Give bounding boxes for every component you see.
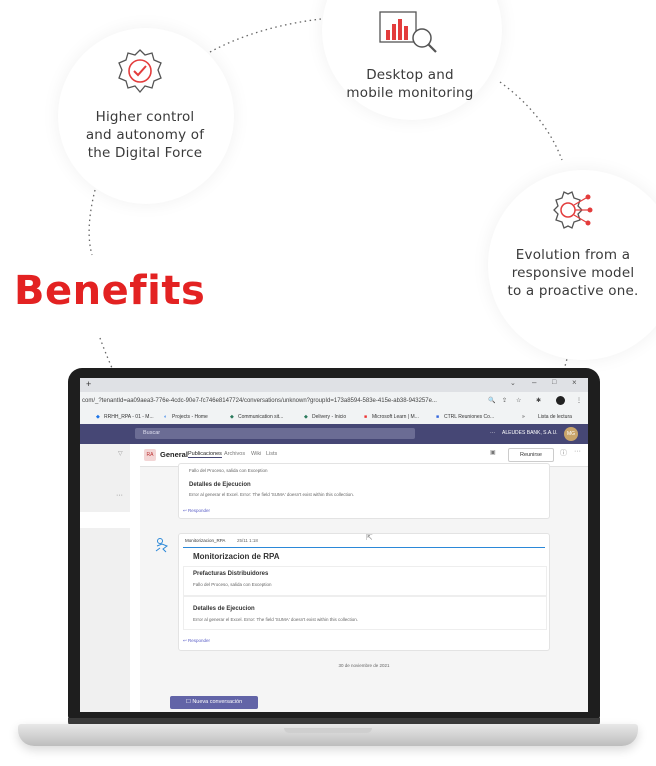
benefit-text-3: Evolution from a responsive model to a p… xyxy=(507,247,639,299)
cursor-icon: ⇱ xyxy=(366,533,373,542)
message-card[interactable]: Monitorizacion_RPA 25/11 1:18 Monitoriza… xyxy=(178,533,550,651)
section-title: Prefacturas Distribuidores xyxy=(193,571,269,577)
video-icon[interactable]: ▣ xyxy=(490,449,496,456)
benefit-text-1: Higher control and autonomy of the Digit… xyxy=(85,109,205,161)
section-title: Detalles de Ejecucion xyxy=(189,482,251,488)
reply-link[interactable]: ↩ Responder xyxy=(183,638,210,644)
chevron-down-icon[interactable]: ⌄ xyxy=(510,379,516,387)
date-divider-label: 30 de noviembre de 2021 xyxy=(338,663,390,668)
channel-avatar: RA xyxy=(144,449,156,461)
chart-magnifier-icon xyxy=(379,11,437,53)
tab-lists[interactable]: Lists xyxy=(266,451,277,457)
search-input[interactable]: Buscar xyxy=(135,428,415,439)
message-time: 25/11 1:18 xyxy=(237,538,258,543)
avatar[interactable]: MG xyxy=(564,427,578,441)
new-conversation-label: Nueva conversación xyxy=(192,699,243,705)
bookmark-3[interactable]: Communication sit... xyxy=(238,410,283,424)
message-line: Fallo del Proceso, salida con Exception xyxy=(189,468,268,473)
compose-icon: ☐ xyxy=(185,699,191,705)
info-icon[interactable]: ⓘ xyxy=(560,448,567,458)
star-icon[interactable]: ☆ xyxy=(516,392,521,410)
bookmark-4[interactable]: Delivery - Inicio xyxy=(312,410,346,424)
section-title: Detalles de Ejecucion xyxy=(193,606,255,612)
profile-icon[interactable] xyxy=(556,396,565,405)
new-conversation-button[interactable]: ☐ Nueva conversación xyxy=(170,696,258,709)
filter-icon[interactable]: ▽ xyxy=(118,450,123,457)
reply-label: Responder xyxy=(188,638,211,643)
bookmark-5[interactable]: Microsoft Learn | M... xyxy=(372,410,419,424)
section-body: Error al generar el Excel. Error: The fi… xyxy=(193,617,359,622)
benefits-title: Benefits xyxy=(14,268,206,314)
previous-message-card[interactable]: Fallo del Proceso, salida con Exception … xyxy=(178,463,550,519)
message-sender: Monitorizacion_RPA xyxy=(185,538,226,543)
teams-topbar: Buscar ··· ALEUDES BANK, S.A.U. MG xyxy=(80,424,588,444)
date-divider: 30 de noviembre de 2021 xyxy=(140,663,588,668)
share-icon[interactable]: ⇪ xyxy=(502,392,507,410)
bookmark-icon: ■ xyxy=(436,414,440,420)
more-options-icon[interactable]: ··· xyxy=(574,448,581,455)
section-body: Fallo del Proceso, salida con Exception xyxy=(193,582,272,587)
laptop-screen: + ⌄ – □ × com/_?tenantId=aa09aea3-776e-4… xyxy=(80,378,588,712)
maximize-icon[interactable]: □ xyxy=(552,379,556,386)
minimize-icon[interactable]: – xyxy=(532,378,536,387)
reply-label: Responder xyxy=(188,508,211,513)
section-body: Error al generar el Excel. Error: The fi… xyxy=(189,492,355,497)
card-title: Monitorizacion de RPA xyxy=(193,552,280,561)
more-bookmarks-icon[interactable]: » xyxy=(522,410,525,424)
laptop-notch xyxy=(284,728,372,733)
bookmarks-bar: ◆ RRHH_RPA - 01 - M... ◐ Projects - Home… xyxy=(80,410,588,425)
microsoft-icon: ■ xyxy=(364,414,368,420)
bookmark-6[interactable]: CTRL Reuniones Co... xyxy=(444,410,494,424)
reading-list[interactable]: Lista de lectura xyxy=(538,410,572,424)
bookmark-icon: ◐ xyxy=(164,414,168,420)
gear-check-icon xyxy=(118,49,162,94)
reply-link[interactable]: ↩ Responder xyxy=(183,508,210,514)
meet-button-label: Reunirse xyxy=(519,452,542,458)
more-options-icon[interactable]: ··· xyxy=(116,492,123,499)
menu-icon[interactable]: ⋮ xyxy=(576,392,582,410)
sidebar-selected-item[interactable] xyxy=(80,512,130,528)
bookmark-2[interactable]: Projects - Home xyxy=(172,410,208,424)
url-text[interactable]: com/_?tenantId=aa09aea3-776e-4cdc-90e7-f… xyxy=(82,392,477,410)
new-tab-icon[interactable]: + xyxy=(86,379,91,389)
card-accent-line xyxy=(183,547,545,548)
section-box xyxy=(183,596,547,630)
search-placeholder: Buscar xyxy=(143,430,161,436)
benefit-text-2: Desktop and mobile monitoring xyxy=(346,67,474,101)
tab-publicaciones[interactable]: Publicaciones xyxy=(188,451,222,458)
bot-avatar-icon xyxy=(155,538,169,553)
channel-name: General xyxy=(160,450,188,459)
bookmark-icon: ◆ xyxy=(96,414,100,420)
close-icon[interactable]: × xyxy=(572,378,577,387)
browser-titlebar: + ⌄ – □ × xyxy=(80,378,588,392)
address-bar[interactable]: com/_?tenantId=aa09aea3-776e-4cdc-90e7-f… xyxy=(80,392,588,410)
teams-sidebar: ▽ ··· xyxy=(80,444,130,712)
org-name[interactable]: ALEUDES BANK, S.A.U. xyxy=(502,430,558,436)
bookmark-1[interactable]: RRHH_RPA - 01 - M... xyxy=(104,410,154,424)
meet-button[interactable]: Reunirse xyxy=(508,448,554,462)
tab-archivos[interactable]: Archivos xyxy=(224,451,245,457)
bookmark-icon: ◆ xyxy=(230,414,234,420)
message-feed: Fallo del Proceso, salida con Exception … xyxy=(140,463,588,712)
extensions-icon[interactable]: ✱ xyxy=(536,392,541,410)
gear-network-icon xyxy=(553,191,593,229)
search-icon[interactable]: 🔍 xyxy=(488,392,495,410)
more-icon[interactable]: ··· xyxy=(490,430,495,436)
bookmark-icon: ◆ xyxy=(304,414,308,420)
tab-wiki[interactable]: Wiki xyxy=(251,451,261,457)
